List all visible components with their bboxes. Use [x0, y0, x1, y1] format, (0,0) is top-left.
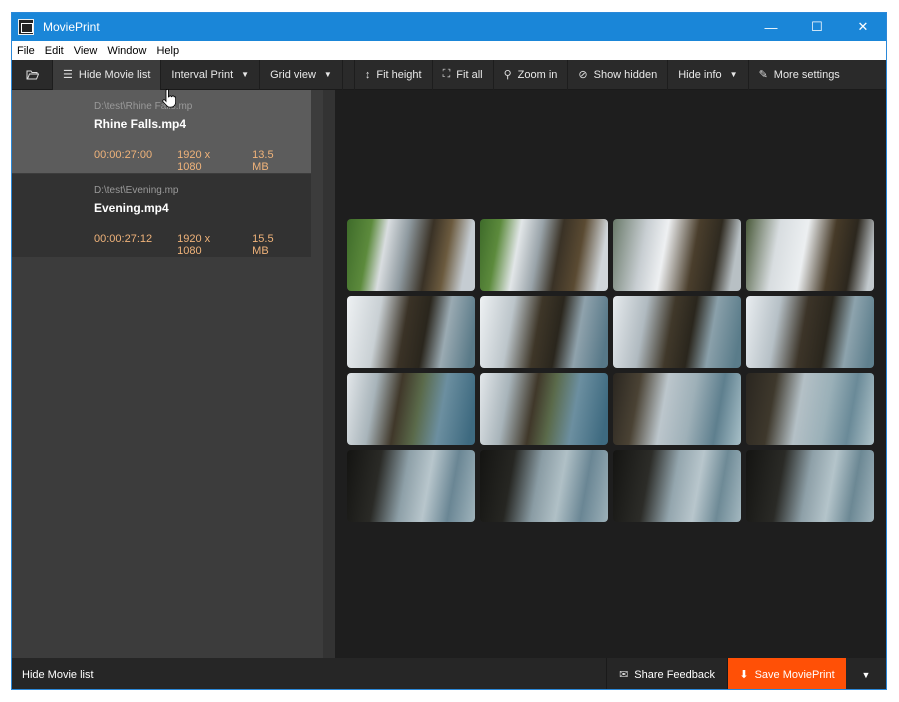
- fit-height-label: Fit height: [376, 68, 422, 81]
- thumbnail-frame[interactable]: [746, 450, 874, 522]
- window-title: MoviePrint: [43, 20, 100, 34]
- thumbnail-frame[interactable]: [347, 450, 475, 522]
- caret-down-icon: ▼: [323, 70, 332, 79]
- thumbnail-frame[interactable]: [347, 373, 475, 445]
- download-icon: ⬇: [739, 669, 749, 681]
- share-feedback-button[interactable]: ✉ Share Feedback: [606, 658, 728, 689]
- zoom-in-label: Zoom in: [517, 68, 558, 81]
- thumbnail-frame[interactable]: [613, 296, 741, 368]
- grid-view-label: Grid view: [270, 68, 316, 81]
- title-bar: MoviePrint — ☐ ✕: [12, 13, 886, 41]
- show-hidden-label: Show hidden: [593, 68, 658, 81]
- toolbar: ☰ Hide Movie list Interval Print ▼ Grid …: [12, 59, 886, 90]
- movie-list-panel: D:\test\Rhine Falls.mp Rhine Falls.mp4 0…: [12, 90, 323, 658]
- window-controls: — ☐ ✕: [748, 13, 886, 41]
- share-feedback-label: Share Feedback: [634, 668, 715, 681]
- movie-resolution: 1920 x 1080: [177, 233, 211, 257]
- thumbnail-frame[interactable]: [746, 296, 874, 368]
- movie-resolution: 1920 x 1080: [177, 149, 211, 173]
- hide-movie-list-label: Hide Movie list: [78, 68, 151, 81]
- movie-name: Evening.mp4: [94, 201, 169, 215]
- more-settings-button[interactable]: ✎ More settings: [749, 60, 850, 90]
- minimize-button[interactable]: —: [748, 13, 794, 41]
- zoom-in-icon: ⚲: [503, 69, 512, 81]
- thumbnail-grid: [347, 219, 875, 522]
- menu-edit[interactable]: Edit: [40, 45, 69, 57]
- movie-meta: 00:00:27:12 1920 x 1080 15.5 MB: [94, 233, 311, 257]
- movie-meta: 00:00:27:00 1920 x 1080 13.5 MB: [94, 149, 311, 173]
- interval-print-label: Interval Print: [171, 68, 234, 81]
- save-movieprint-button[interactable]: ⬇ Save MoviePrint: [728, 658, 846, 689]
- thumbnail-frame[interactable]: [480, 450, 608, 522]
- movie-path: D:\test\Evening.mp: [94, 185, 179, 196]
- caret-down-icon: ▼: [241, 70, 250, 79]
- caret-down-icon: ▼: [729, 70, 738, 79]
- thumbnail-frame[interactable]: [613, 373, 741, 445]
- hide-info-dropdown[interactable]: Hide info ▼: [668, 59, 749, 90]
- thumbnail-frame[interactable]: [480, 373, 608, 445]
- panel-divider[interactable]: [323, 90, 335, 658]
- thumbnail-frame[interactable]: [746, 373, 874, 445]
- vertical-arrows-icon: ↕: [364, 68, 371, 81]
- thumbnail-frame[interactable]: [347, 219, 475, 291]
- folder-open-icon: [26, 70, 39, 79]
- movieprint-area: [335, 90, 886, 658]
- thumbnail-frame[interactable]: [613, 219, 741, 291]
- menu-window[interactable]: Window: [102, 45, 151, 57]
- hand-cursor-icon: [162, 89, 176, 108]
- movie-duration: 00:00:27:12: [94, 233, 153, 245]
- show-hidden-button[interactable]: ⊘ Show hidden: [568, 59, 669, 90]
- envelope-icon: ✉: [619, 669, 629, 681]
- movie-duration: 00:00:27:00: [94, 149, 153, 161]
- thumbnail-frame[interactable]: [480, 219, 608, 291]
- movie-name: Rhine Falls.mp4: [94, 117, 187, 131]
- menu-file[interactable]: File: [12, 45, 40, 57]
- save-options-caret[interactable]: ▼: [846, 658, 886, 689]
- list-icon: ☰: [63, 69, 73, 81]
- hide-movie-list-toggle[interactable]: Hide Movie list: [12, 669, 606, 681]
- menu-bar: File Edit View Window Help: [12, 41, 886, 60]
- thumbnail-frame[interactable]: [746, 219, 874, 291]
- zoom-in-button[interactable]: ⚲ Zoom in: [494, 59, 569, 90]
- menu-help[interactable]: Help: [151, 45, 184, 57]
- fit-all-label: Fit all: [456, 68, 483, 81]
- movie-list-item[interactable]: D:\test\Evening.mp Evening.mp4 00:00:27:…: [12, 174, 311, 257]
- app-window: MoviePrint — ☐ ✕ File Edit View Window H…: [11, 12, 887, 690]
- grid-view-dropdown[interactable]: Grid view ▼: [260, 59, 343, 90]
- more-settings-label: More settings: [773, 68, 840, 81]
- open-button[interactable]: [12, 59, 53, 90]
- thumbnail-frame[interactable]: [347, 296, 475, 368]
- close-button[interactable]: ✕: [840, 13, 886, 41]
- toolbar-spacer: [343, 59, 355, 90]
- fit-height-button[interactable]: ↕ Fit height: [355, 59, 433, 90]
- thumbnail-frame[interactable]: [613, 450, 741, 522]
- hide-info-label: Hide info: [678, 68, 722, 81]
- edit-icon: ✎: [758, 69, 768, 81]
- hide-movie-list-button[interactable]: ☰ Hide Movie list: [53, 59, 162, 90]
- maximize-button[interactable]: ☐: [794, 13, 840, 41]
- menu-view[interactable]: View: [69, 45, 103, 57]
- status-bar: Hide Movie list ✉ Share Feedback ⬇ Save …: [12, 658, 886, 689]
- eye-slash-icon: ⊘: [578, 69, 588, 81]
- movie-path: D:\test\Rhine Falls.mp: [94, 101, 193, 112]
- expand-icon: ⛶: [442, 68, 451, 80]
- fit-all-button[interactable]: ⛶ Fit all: [433, 59, 494, 90]
- movie-size: 13.5 MB: [252, 149, 274, 173]
- movie-size: 15.5 MB: [252, 233, 274, 257]
- interval-print-dropdown[interactable]: Interval Print ▼: [161, 59, 261, 90]
- save-movieprint-label: Save MoviePrint: [754, 668, 835, 681]
- thumbnail-frame[interactable]: [480, 296, 608, 368]
- app-icon: [18, 19, 34, 35]
